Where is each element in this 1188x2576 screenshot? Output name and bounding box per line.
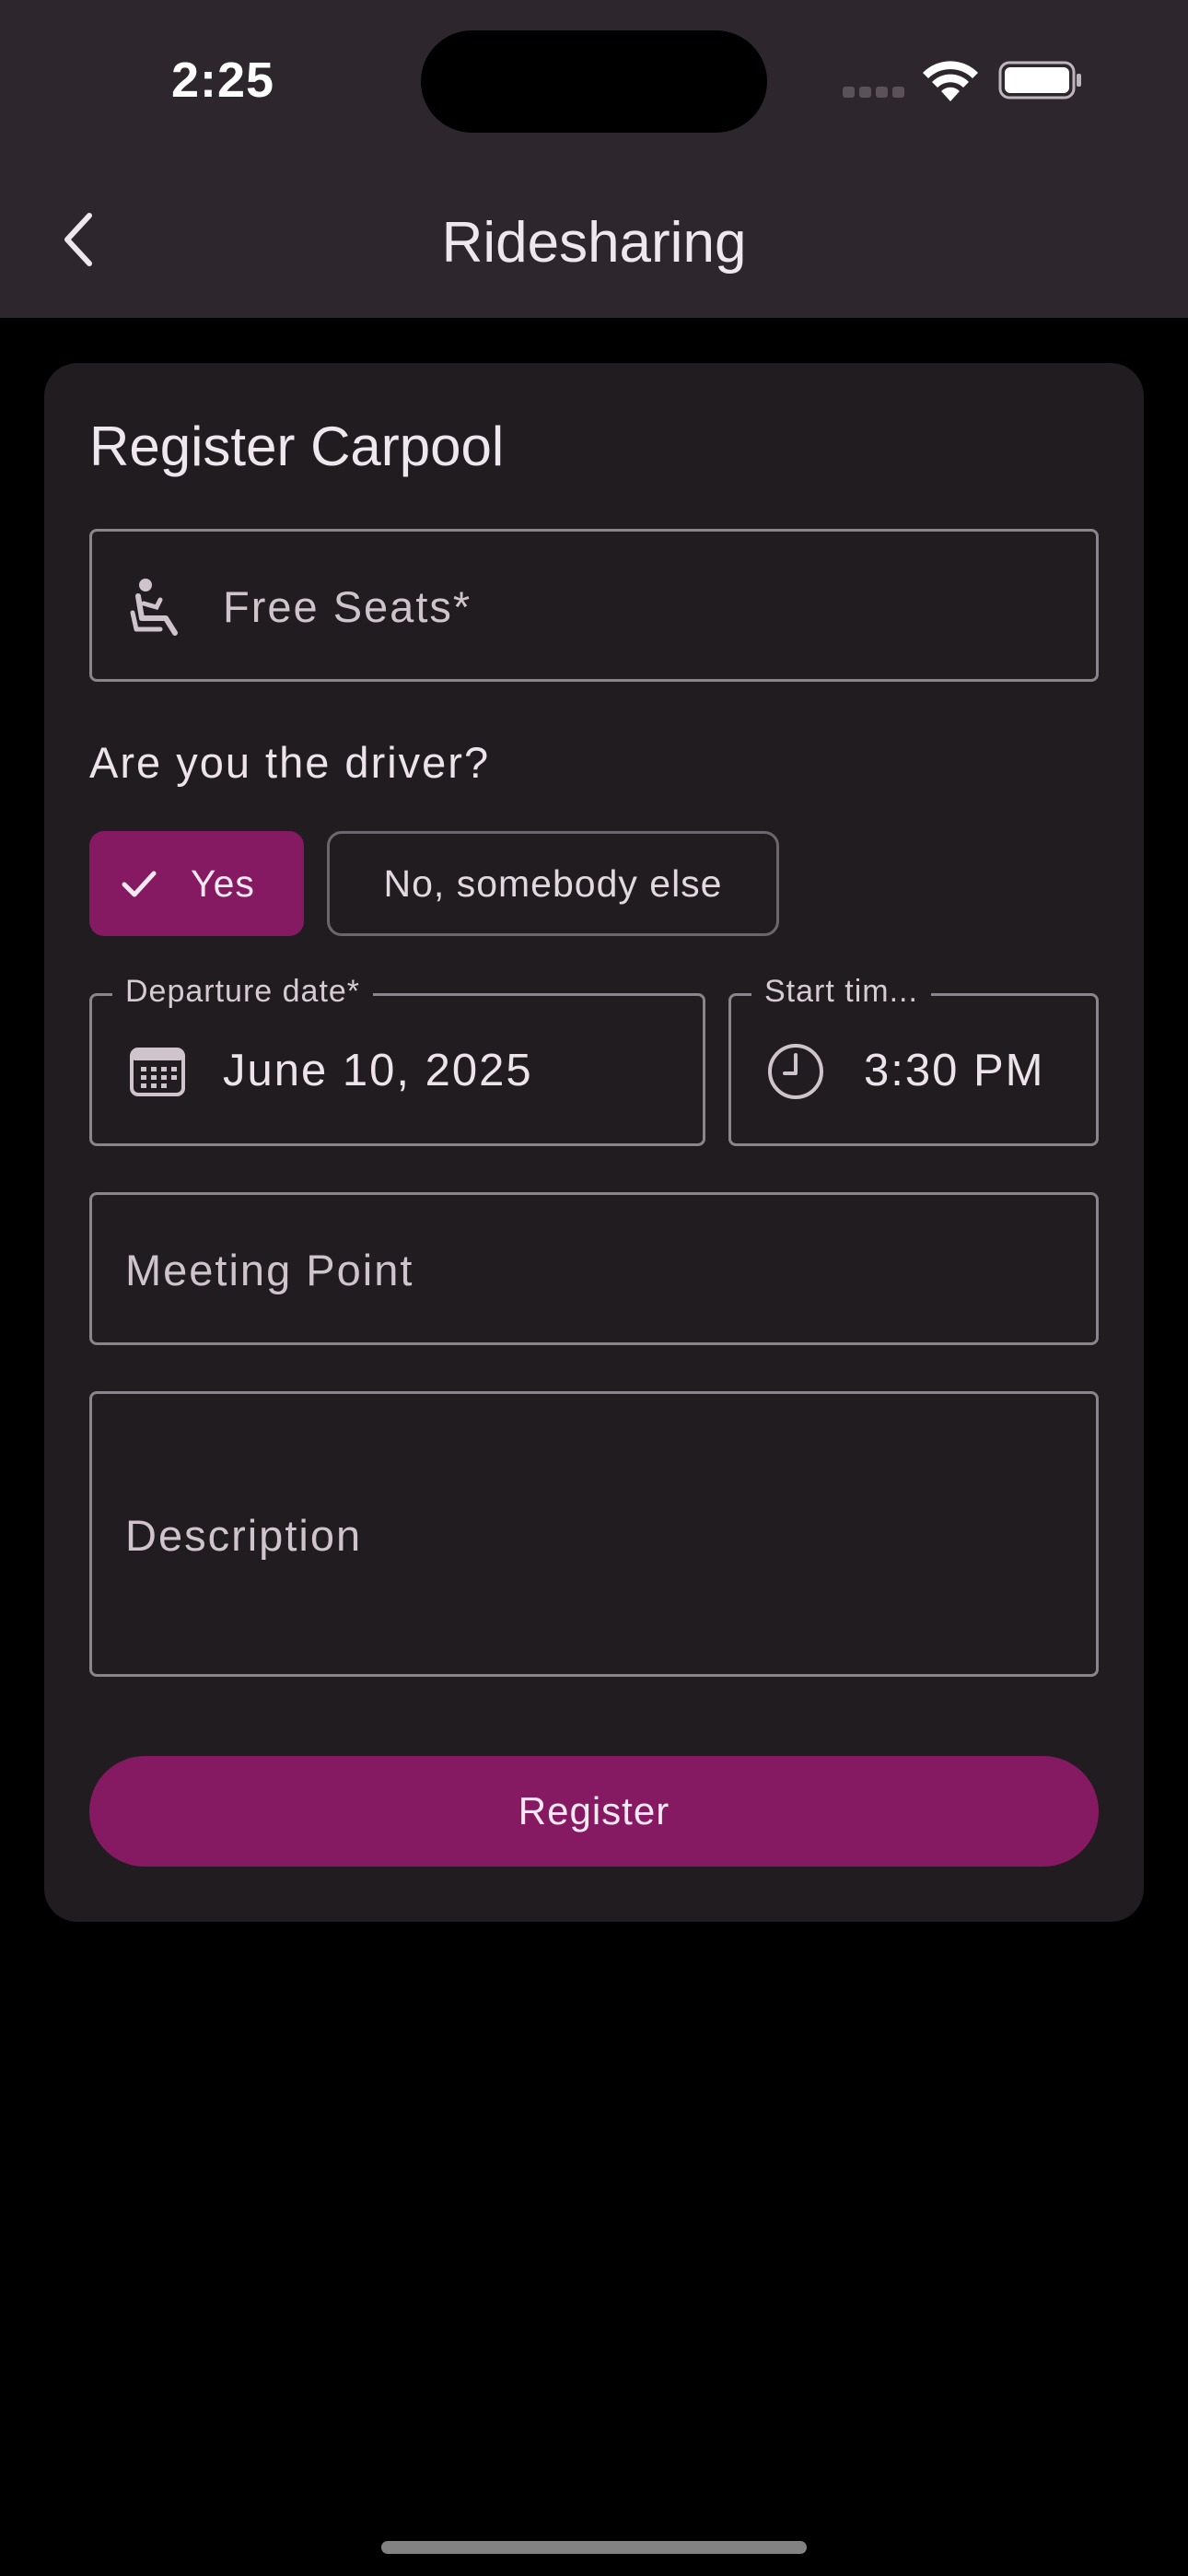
- driver-yes-chip[interactable]: Yes: [89, 831, 304, 936]
- driver-no-chip[interactable]: No, somebody else: [327, 831, 779, 936]
- meeting-point-field[interactable]: Meeting Point: [89, 1192, 1099, 1345]
- wifi-icon: [923, 61, 978, 101]
- driver-no-label: No, somebody else: [383, 861, 723, 905]
- free-seats-placeholder: Free Seats*: [223, 582, 472, 631]
- start-time-value: 3:30 PM: [864, 1046, 1045, 1095]
- battery-icon: [998, 61, 1081, 100]
- clock-icon: [768, 1044, 823, 1099]
- free-seats-field[interactable]: Free Seats*: [89, 529, 1099, 682]
- page-title: Ridesharing: [441, 211, 747, 275]
- description-placeholder: Description: [125, 1511, 363, 1560]
- start-time-label: Start tim...: [751, 974, 931, 1010]
- calendar-icon: [130, 1048, 185, 1096]
- departure-date-field[interactable]: Departure date* June 10, 2025: [89, 974, 705, 1146]
- dynamic-island: [421, 30, 767, 133]
- start-time-field[interactable]: Start tim... 3:30 PM: [728, 974, 1099, 1146]
- app-bar: 2:25 Ridesharing: [0, 0, 1188, 318]
- departure-date-label: Departure date*: [112, 974, 374, 1010]
- home-indicator: [381, 2541, 807, 2554]
- check-icon: [122, 871, 157, 897]
- form-title: Register Carpool: [89, 416, 505, 477]
- driver-yes-label: Yes: [191, 861, 255, 905]
- register-button[interactable]: Register: [89, 1756, 1099, 1867]
- status-time: 2:25: [171, 53, 275, 108]
- meeting-point-placeholder: Meeting Point: [125, 1246, 414, 1294]
- cellular-signal-icon: [843, 87, 905, 98]
- departure-date-value: June 10, 2025: [223, 1046, 533, 1095]
- register-carpool-card: Register Carpool Free Seats* Are you the…: [44, 363, 1144, 1922]
- description-field[interactable]: Description: [89, 1391, 1099, 1677]
- seat-icon: [130, 579, 178, 636]
- driver-question: Are you the driver?: [89, 738, 491, 787]
